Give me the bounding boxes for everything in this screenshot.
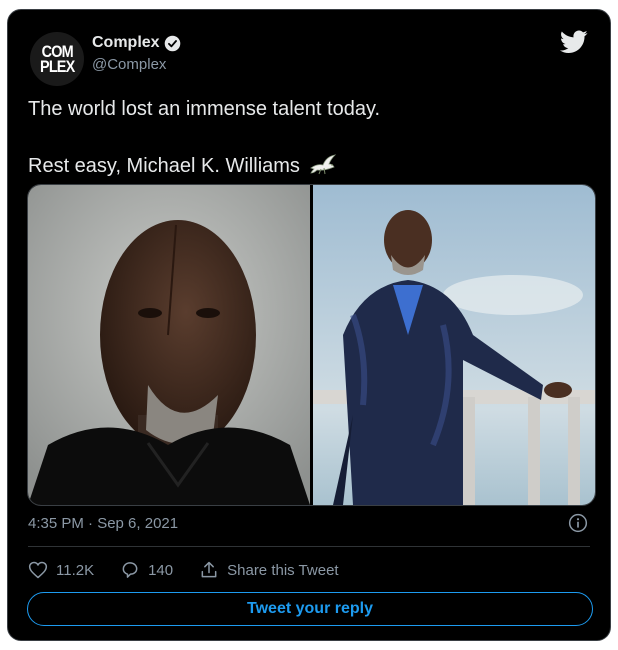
twitter-bird-icon[interactable] xyxy=(560,30,588,54)
heart-icon xyxy=(28,561,48,579)
tweet-media[interactable] xyxy=(27,184,596,506)
avatar[interactable]: COM PLEX xyxy=(30,32,84,86)
like-count: 11.2K xyxy=(56,561,95,579)
verified-badge-icon xyxy=(164,35,180,51)
dove-icon xyxy=(310,154,337,175)
share-icon xyxy=(201,561,217,578)
tweet-text-line2: Rest easy, Michael K. Williams xyxy=(28,152,337,178)
info-icon[interactable] xyxy=(568,513,588,533)
author-name[interactable]: Complex xyxy=(92,34,181,52)
photo-portrait-closeup[interactable] xyxy=(28,185,310,505)
share-label: Share this Tweet xyxy=(227,561,339,579)
author-display-name[interactable]: Complex xyxy=(92,34,160,52)
avatar-logo: COM PLEX xyxy=(39,42,75,76)
photo-portrait-balcony[interactable] xyxy=(313,185,595,505)
like-button[interactable]: 11.2K xyxy=(28,560,94,580)
divider xyxy=(28,546,590,547)
share-button[interactable]: Share this Tweet xyxy=(199,560,339,580)
author-handle[interactable]: @Complex xyxy=(92,56,166,73)
tweet-timestamp[interactable]: 4:35 PM · Sep 6, 2021 xyxy=(28,515,178,532)
reply-count-button[interactable]: 140 xyxy=(120,560,173,580)
tweet-your-reply-button[interactable]: Tweet your reply xyxy=(27,592,593,626)
reply-count: 140 xyxy=(148,561,174,579)
tweet-card: COM PLEX Complex @Complex The world lost… xyxy=(7,9,611,641)
tweet-text-line1: The world lost an immense talent today. xyxy=(28,98,381,120)
tweet-actions: 11.2K 140 Share this Tweet xyxy=(28,560,365,580)
reply-bubble-icon xyxy=(122,562,138,578)
